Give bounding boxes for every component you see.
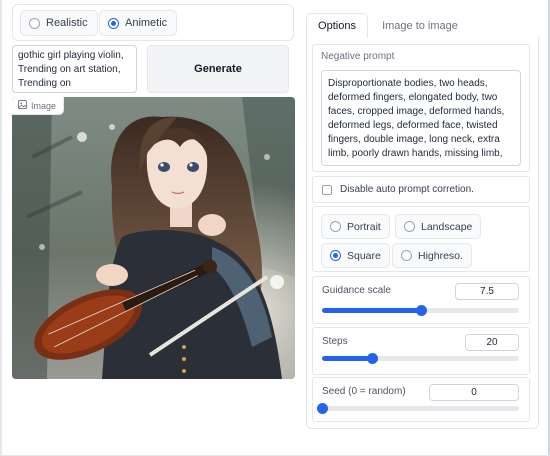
seed-label: Seed (0 = random) [322, 386, 406, 397]
tab-image-to-image[interactable]: Image to image [372, 13, 468, 38]
prompt-input[interactable]: gothic girl playing violin, Trending on … [12, 45, 137, 93]
auto-prompt-checkbox[interactable] [322, 184, 332, 195]
steps-fill [322, 356, 373, 361]
guidance-scale-input[interactable]: 7.5 [455, 283, 519, 300]
square-label: Square [347, 249, 381, 262]
auto-prompt-label: Disable auto prompt corretion. [340, 184, 474, 195]
animetic-radio[interactable] [108, 17, 119, 29]
realistic-label: Realistic [46, 17, 88, 29]
auto-prompt-toggle[interactable]: Disable auto prompt corretion. [312, 176, 530, 203]
landscape-radio[interactable] [404, 221, 415, 232]
seed-thumb[interactable] [317, 403, 328, 414]
seed-input[interactable]: 0 [429, 384, 519, 401]
guidance-scale-label: Guidance scale [322, 285, 391, 296]
steps-slider[interactable] [322, 353, 519, 364]
guidance-scale-fill [322, 308, 421, 313]
square-radio[interactable] [330, 250, 341, 261]
highreso-radio[interactable] [401, 250, 412, 261]
highreso-option[interactable]: Highreso. [392, 243, 472, 268]
guidance-scale-slider[interactable] [322, 305, 519, 316]
guidance-scale-block: Guidance scale 7.5 [312, 276, 530, 324]
portrait-label: Portrait [347, 220, 381, 233]
image-label-text: Image [31, 100, 57, 111]
negative-prompt-block: Negative prompt Disproportionate bodies,… [312, 44, 530, 172]
guidance-scale-thumb[interactable] [415, 305, 427, 316]
window-left-edge [0, 0, 2, 456]
steps-label: Steps [322, 336, 348, 347]
negative-prompt-input[interactable]: Disproportionate bodies, two heads, defo… [321, 70, 521, 166]
negative-prompt-label: Negative prompt [321, 51, 395, 62]
realistic-radio[interactable] [29, 17, 40, 29]
steps-thumb[interactable] [367, 353, 379, 364]
seed-block: Seed (0 = random) 0 [312, 377, 530, 422]
generate-button[interactable]: Generate [147, 45, 289, 93]
style-selector: Realistic Animetic [12, 4, 294, 41]
generated-anime-violinist-image [12, 97, 295, 379]
landscape-option[interactable]: Landscape [395, 214, 482, 239]
output-image-panel: Image [12, 97, 295, 379]
highreso-label: Highreso. [418, 249, 463, 262]
portrait-radio[interactable] [330, 221, 341, 232]
image-label-badge: Image [12, 97, 65, 115]
steps-input[interactable]: 20 [465, 334, 519, 351]
portrait-option[interactable]: Portrait [321, 214, 390, 239]
animetic-option[interactable]: Animetic [99, 10, 178, 36]
square-option[interactable]: Square [321, 243, 390, 268]
seed-slider[interactable] [317, 403, 519, 414]
resolution-selector: Portrait Landscape Square Highreso. [312, 206, 530, 272]
landscape-label: Landscape [421, 220, 473, 233]
tab-options[interactable]: Options [306, 13, 368, 38]
image-icon [18, 100, 27, 111]
steps-block: Steps 20 [312, 327, 530, 375]
realistic-option[interactable]: Realistic [20, 10, 98, 36]
animetic-label: Animetic [125, 17, 168, 29]
